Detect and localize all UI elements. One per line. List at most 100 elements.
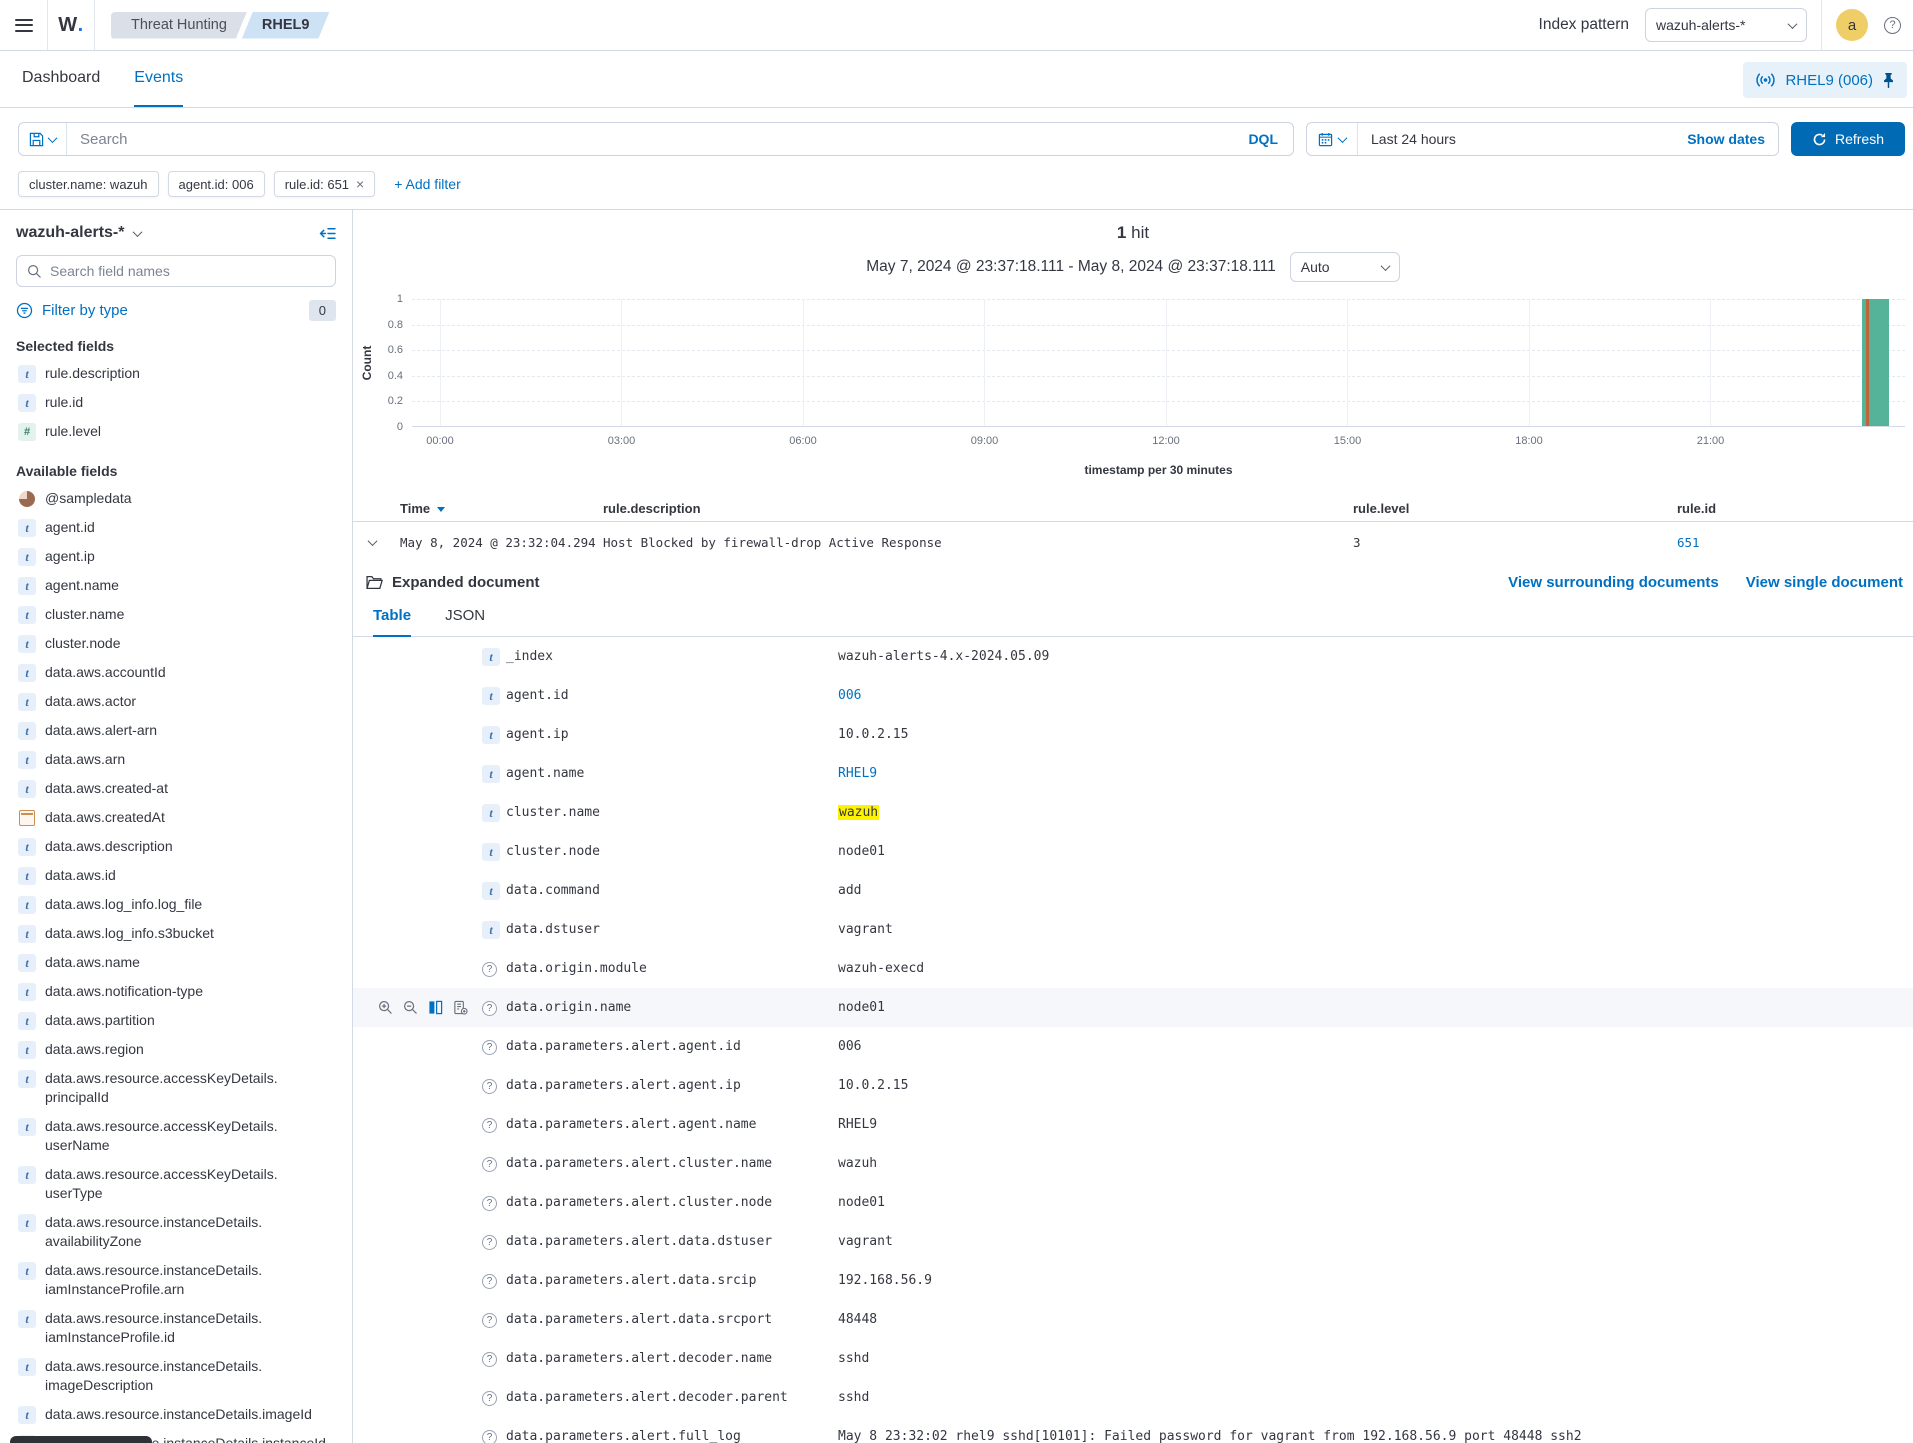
field-value: node01 (838, 1195, 1893, 1210)
search-input[interactable] (67, 131, 1233, 148)
filter-for-value-icon[interactable] (378, 1000, 393, 1015)
field-list-item[interactable]: tdata.​aws.​resource.​accessKeyDetails.​… (16, 1064, 336, 1112)
document-field-row[interactable]: ?data.parameters.alert.agent.ip10.0.2.15 (353, 1066, 1913, 1105)
document-field-row[interactable]: tagent.nameRHEL9 (353, 754, 1913, 793)
field-list-item[interactable]: tdata.​aws.​resource.​accessKeyDetails.​… (16, 1160, 336, 1208)
document-field-row[interactable]: ?data.parameters.alert.agent.id006 (353, 1027, 1913, 1066)
filter-pill[interactable]: agent.id: 006 (168, 171, 265, 197)
document-field-row[interactable]: t_indexwazuh-alerts-4.x-2024.05.09 (353, 637, 1913, 676)
field-list-item[interactable]: tdata.​aws.​partition (16, 1006, 336, 1035)
field-search-input[interactable] (50, 263, 325, 279)
field-list-item[interactable]: tdata.​aws.​resource.​instanceDetails.​i… (16, 1400, 336, 1429)
column-header-time[interactable]: Time (400, 501, 603, 516)
wazuh-logo[interactable]: W. (48, 0, 95, 50)
field-value[interactable]: RHEL9 (838, 766, 1893, 781)
quick-select-button[interactable] (1307, 123, 1358, 155)
breadcrumb-rhel9[interactable]: RHEL9 (242, 12, 330, 39)
field-list-item[interactable]: tagent.​name (16, 571, 336, 600)
field-list-item[interactable]: tdata.​aws.​accountId (16, 658, 336, 687)
column-header-rule-description[interactable]: rule.description (603, 501, 1353, 516)
document-field-row[interactable]: tcluster.nodenode01 (353, 832, 1913, 871)
filter-for-field-present-icon[interactable] (453, 1000, 468, 1015)
field-list-item[interactable]: tagent.​ip (16, 542, 336, 571)
field-list-item[interactable]: tdata.​aws.​resource.​instanceDetails.​i… (16, 1352, 336, 1400)
add-filter-button[interactable]: + Add filter (394, 176, 461, 192)
interval-select[interactable]: Auto (1290, 252, 1400, 282)
document-field-row[interactable]: ?data.parameters.alert.cluster.nodenode0… (353, 1183, 1913, 1222)
saved-queries-button[interactable] (19, 123, 67, 155)
view-single-document-link[interactable]: View single document (1746, 574, 1903, 591)
close-icon[interactable]: × (356, 177, 364, 191)
document-field-row[interactable]: ?data.parameters.alert.decoder.parentssh… (353, 1378, 1913, 1417)
help-icon[interactable]: ? (1884, 17, 1901, 34)
show-dates-button[interactable]: Show dates (1687, 131, 1778, 147)
field-list-item[interactable]: tdata.​aws.​log_info.​log_file (16, 890, 336, 919)
field-list-item[interactable]: tdata.​aws.​resource.​instanceDetails.​i… (16, 1304, 336, 1352)
filter-by-type-button[interactable]: Filter by type (42, 302, 128, 319)
document-field-row[interactable]: ?data.parameters.alert.decoder.namesshd (353, 1339, 1913, 1378)
filter-out-value-icon[interactable] (403, 1000, 418, 1015)
field-list-item[interactable]: tdata.​aws.​region (16, 1035, 336, 1064)
field-list-item[interactable]: tagent.​id (16, 513, 336, 542)
row-rule-id-link[interactable]: 651 (1677, 535, 1913, 550)
field-list-item[interactable]: tdata.​aws.​arn (16, 745, 336, 774)
view-surrounding-documents-link[interactable]: View surrounding documents (1508, 574, 1719, 591)
collapse-sidebar-icon[interactable] (319, 225, 336, 242)
pinned-agent-chip[interactable]: RHEL9 (006) (1743, 62, 1907, 98)
field-list-item[interactable]: tdata.​aws.​id (16, 861, 336, 890)
document-field-row[interactable]: tcluster.namewazuh (353, 793, 1913, 832)
field-list-item[interactable]: tdata.​aws.​resource.​instanceDetails.​i… (16, 1256, 336, 1304)
doc-tab-json[interactable]: JSON (445, 607, 485, 637)
field-list-item[interactable]: tdata.​aws.​name (16, 948, 336, 977)
document-field-row[interactable]: tagent.ip10.0.2.15 (353, 715, 1913, 754)
field-list-item[interactable]: @sampledata (16, 484, 336, 513)
menu-button[interactable] (0, 0, 48, 50)
filter-pill[interactable]: cluster.name: wazuh (18, 171, 159, 197)
field-list-item[interactable]: #rule.​level (16, 417, 336, 446)
document-field-row[interactable]: ?data.origin.namenode01 (353, 988, 1913, 1027)
field-list-item[interactable]: trule.​description (16, 359, 336, 388)
query-language-button[interactable]: DQL (1233, 131, 1293, 147)
document-field-row[interactable]: ?data.parameters.alert.cluster.namewazuh (353, 1144, 1913, 1183)
field-list-item[interactable]: tdata.​aws.​actor (16, 687, 336, 716)
field-list-item[interactable]: tdata.​aws.​notification-type (16, 977, 336, 1006)
refresh-button[interactable]: Refresh (1791, 122, 1905, 156)
document-field-row[interactable]: tagent.id006 (353, 676, 1913, 715)
field-list-item[interactable]: tdata.​aws.​alert-arn (16, 716, 336, 745)
tab-events[interactable]: Events (134, 51, 183, 107)
doc-tab-table[interactable]: Table (373, 607, 411, 637)
toggle-column-icon[interactable] (428, 1000, 443, 1015)
breadcrumb-threat-hunting[interactable]: Threat Hunting (111, 12, 247, 39)
avatar[interactable]: a (1836, 9, 1868, 41)
field-list-item[interactable]: tdata.​aws.​resource.​instanceDetails.​a… (16, 1208, 336, 1256)
field-list-item[interactable]: trule.​id (16, 388, 336, 417)
document-field-row[interactable]: ?data.parameters.alert.full_logMay 8 23:… (353, 1417, 1913, 1443)
index-pattern-title[interactable]: wazuh-alerts-* (16, 224, 124, 242)
document-field-row[interactable]: ?data.parameters.alert.data.srcport48448 (353, 1300, 1913, 1339)
column-header-rule-id[interactable]: rule.id (1677, 501, 1913, 516)
field-list-item[interactable]: data.​aws.​createdAt (16, 803, 336, 832)
histogram-chart[interactable]: Count timestamp per 30 minutes 00.20.40.… (353, 284, 1913, 482)
table-row[interactable]: May 8, 2024 @ 23:32:04.294Host Blocked b… (353, 522, 1913, 562)
filter-pill[interactable]: rule.id: 651× (274, 171, 376, 197)
document-field-row[interactable]: ?data.origin.modulewazuh-execd (353, 949, 1913, 988)
document-field-row[interactable]: ?data.parameters.alert.agent.nameRHEL9 (353, 1105, 1913, 1144)
field-list-item[interactable]: tcluster.​node (16, 629, 336, 658)
field-list-item[interactable]: tdata.​aws.​description (16, 832, 336, 861)
tab-dashboard[interactable]: Dashboard (22, 51, 100, 107)
document-field-row[interactable]: ?data.parameters.alert.data.srcip192.168… (353, 1261, 1913, 1300)
pin-icon[interactable] (1882, 73, 1895, 88)
field-list-item[interactable]: tcluster.​name (16, 600, 336, 629)
field-list-item[interactable]: tdata.​aws.​log_info.​s3bucket (16, 919, 336, 948)
time-range-value[interactable]: Last 24 hours (1358, 131, 1456, 147)
document-field-row[interactable]: ?data.parameters.alert.data.dstuservagra… (353, 1222, 1913, 1261)
field-value[interactable]: 006 (838, 688, 1893, 703)
column-header-rule-level[interactable]: rule.level (1353, 501, 1677, 516)
document-field-row[interactable]: tdata.dstuservagrant (353, 910, 1913, 949)
expand-row-button[interactable] (353, 535, 400, 549)
document-field-row[interactable]: tdata.commandadd (353, 871, 1913, 910)
index-pattern-select[interactable]: wazuh-alerts-* (1645, 8, 1807, 42)
sort-desc-icon[interactable] (437, 507, 445, 512)
field-list-item[interactable]: tdata.​aws.​created-at (16, 774, 336, 803)
field-list-item[interactable]: tdata.​aws.​resource.​accessKeyDetails.​… (16, 1112, 336, 1160)
